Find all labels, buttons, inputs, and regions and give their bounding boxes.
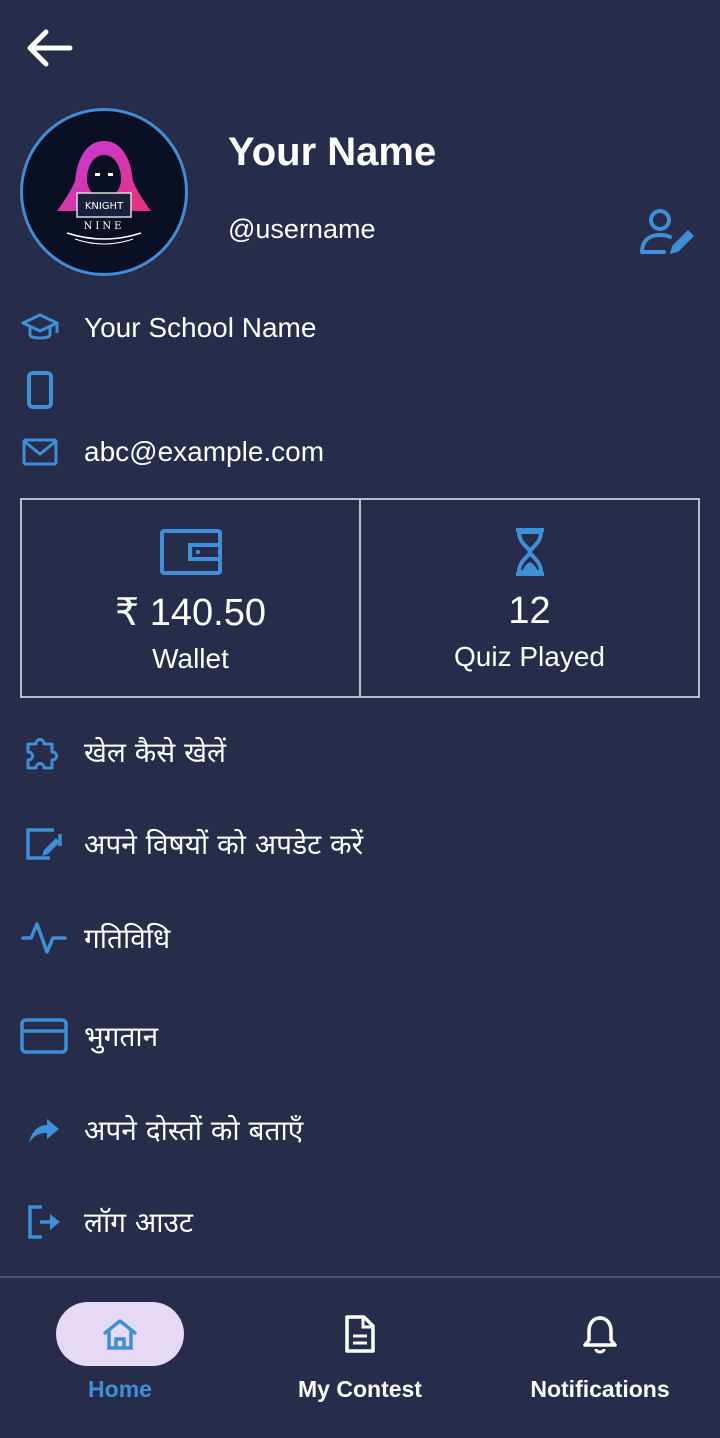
quiz-value: 12 <box>508 590 551 632</box>
edit-profile-button[interactable] <box>636 206 700 258</box>
menu-label: गतिविधि <box>84 922 171 955</box>
wallet-value: ₹ 140.50 <box>115 592 266 634</box>
nav-home[interactable]: Home <box>10 1302 230 1422</box>
menu-item-how-to-play[interactable]: खेल कैसे खेलें <box>20 722 700 782</box>
bell-icon <box>583 1316 617 1354</box>
menu-label: लॉग आउट <box>84 1206 193 1239</box>
wallet-icon <box>159 529 222 575</box>
credit-card-icon <box>20 1018 68 1054</box>
arrow-left-icon <box>27 29 73 67</box>
bottom-nav: Home My Contest Notifications <box>0 1278 720 1438</box>
menu-label: खेल कैसे खेलें <box>84 736 227 769</box>
menu-item-logout[interactable]: लॉग आउट <box>20 1192 700 1252</box>
profile-username: @username <box>228 214 376 244</box>
menu-label: भुगतान <box>84 1020 159 1053</box>
stats-panel: ₹ 140.50 Wallet 12 Quiz Played <box>20 498 700 698</box>
avatar-text-bottom: NINE <box>84 221 125 232</box>
nav-home-label: Home <box>88 1376 152 1402</box>
quiz-label: Quiz Played <box>454 641 605 672</box>
wallet-stat[interactable]: ₹ 140.50 Wallet <box>22 500 359 696</box>
puzzle-icon <box>26 738 58 770</box>
menu-item-payment[interactable]: भुगतान <box>20 1006 700 1066</box>
school-row: Your School Name <box>20 302 700 354</box>
mail-icon <box>22 438 58 466</box>
avatar[interactable]: KNIGHT NINE <box>20 108 188 276</box>
profile-name: Your Name <box>228 130 437 174</box>
graduation-cap-icon <box>21 313 59 340</box>
menu-item-activity[interactable]: गतिविधि <box>20 908 700 968</box>
wallet-label: Wallet <box>152 643 229 674</box>
edit-box-icon <box>26 828 62 860</box>
school-name: Your School Name <box>84 312 317 343</box>
hourglass-icon <box>515 528 544 576</box>
user-edit-icon <box>640 209 694 254</box>
phone-row <box>20 364 700 416</box>
nav-notifications[interactable]: Notifications <box>490 1302 710 1422</box>
avatar-logo: KNIGHT NINE <box>57 141 151 245</box>
logout-icon <box>28 1205 60 1239</box>
menu-label: अपने दोस्तों को बताएँ <box>84 1114 304 1147</box>
activity-icon <box>21 922 67 954</box>
home-icon <box>103 1319 137 1350</box>
email-row: abc@example.com <box>20 426 700 478</box>
nav-contest-label: My Contest <box>298 1376 422 1402</box>
menu-label: अपने विषयों को अपडेट करें <box>84 828 364 861</box>
avatar-text-top: KNIGHT <box>85 201 124 212</box>
menu-item-tell-friends[interactable]: अपने दोस्तों को बताएँ <box>20 1100 700 1160</box>
email: abc@example.com <box>84 436 325 467</box>
nav-my-contest[interactable]: My Contest <box>250 1302 470 1422</box>
nav-notifications-label: Notifications <box>530 1376 670 1402</box>
quiz-stat[interactable]: 12 Quiz Played <box>359 500 698 696</box>
menu-item-update-subjects[interactable]: अपने विषयों को अपडेट करें <box>20 814 700 874</box>
share-arrow-icon <box>29 1119 59 1143</box>
phone-icon <box>27 371 53 409</box>
document-icon <box>345 1315 375 1353</box>
back-button[interactable] <box>22 26 76 70</box>
